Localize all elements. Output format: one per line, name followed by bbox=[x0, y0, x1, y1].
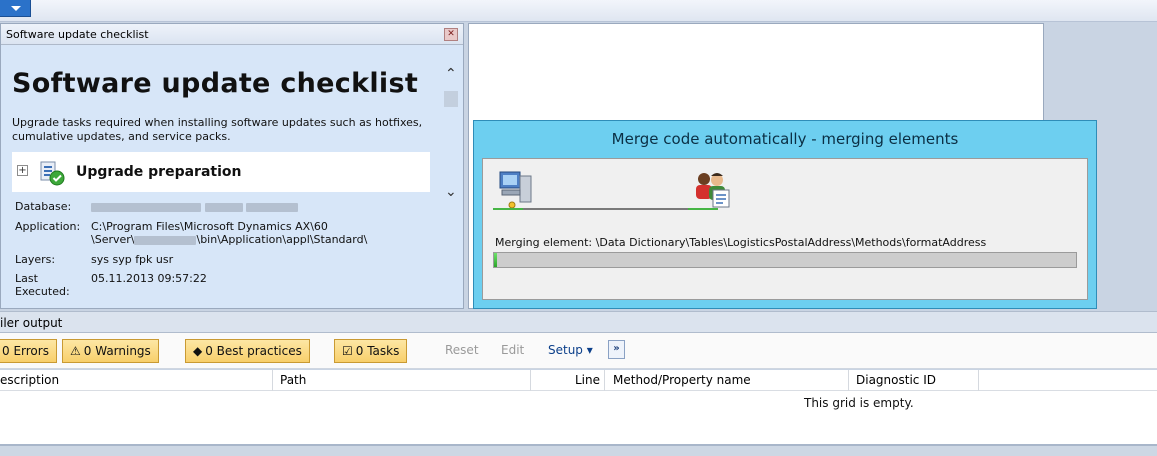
panel-title: Software update checklist bbox=[6, 28, 149, 41]
edit-button[interactable]: Edit bbox=[501, 343, 524, 357]
setup-menu[interactable]: Setup ▾ bbox=[548, 343, 593, 357]
grid-header: escription Path Line Method/Property nam… bbox=[0, 370, 1157, 391]
checklist-panel: Software update checklist ✕ Software upd… bbox=[0, 23, 464, 309]
application-value: C:\Program Files\Microsoft Dynamics AX\6… bbox=[91, 220, 368, 246]
merge-dialog-title: Merge code automatically - merging eleme… bbox=[611, 130, 959, 148]
panel-titlebar: Software update checklist ✕ bbox=[1, 24, 463, 45]
column-description[interactable]: escription bbox=[0, 373, 59, 387]
last-executed-value: 05.11.2013 09:57:22 bbox=[91, 272, 207, 285]
column-diagnostic-id[interactable]: Diagnostic ID bbox=[856, 373, 936, 387]
chevron-up-icon[interactable]: ⌃ bbox=[445, 67, 457, 81]
reset-button[interactable]: Reset bbox=[445, 343, 479, 357]
errors-button[interactable]: 0 Errors bbox=[0, 339, 57, 363]
expand-icon[interactable]: + bbox=[17, 165, 28, 176]
tasks-button[interactable]: ☑ 0 Tasks bbox=[334, 339, 408, 363]
chevron-down-icon[interactable]: ⌄ bbox=[445, 185, 457, 199]
column-method[interactable]: Method/Property name bbox=[613, 373, 751, 387]
checklist-task-icon bbox=[40, 161, 65, 186]
computer-icon bbox=[499, 171, 532, 209]
dropdown-button[interactable] bbox=[0, 0, 31, 17]
best-practices-button[interactable]: ◆ 0 Best practices bbox=[185, 339, 310, 363]
last-executed-label: Last Executed: bbox=[15, 272, 70, 298]
merge-dialog-body: Merging element: \Data Dictionary\Tables… bbox=[482, 158, 1088, 300]
status-strip bbox=[0, 444, 1157, 456]
section-upgrade-preparation[interactable]: + Upgrade preparation bbox=[12, 152, 430, 192]
application-label: Application: bbox=[15, 220, 81, 233]
compiler-output-title: iler output bbox=[0, 316, 63, 330]
best-practices-icon: ◆ bbox=[193, 344, 203, 358]
users-icon bbox=[696, 173, 730, 208]
layers-value: sys syp fpk usr bbox=[91, 253, 174, 266]
scrollbar-thumb[interactable] bbox=[444, 91, 458, 107]
merge-progress-bar bbox=[493, 252, 1077, 268]
database-value bbox=[91, 200, 431, 213]
page-title: Software update checklist bbox=[12, 68, 419, 99]
compiler-toolbar: 0 Errors ⚠ 0 Warnings ◆ 0 Best practices ☑… bbox=[0, 333, 1157, 369]
section-label: Upgrade preparation bbox=[76, 164, 242, 180]
merge-status-text: Merging element: \Data Dictionary\Tables… bbox=[495, 236, 987, 249]
checklist-description: Upgrade tasks required when installing s… bbox=[12, 116, 423, 143]
warnings-button[interactable]: ⚠ 0 Warnings bbox=[62, 339, 159, 363]
layers-label: Layers: bbox=[15, 253, 56, 266]
top-toolbar bbox=[0, 0, 1157, 22]
compiler-output-header: iler output bbox=[0, 311, 1157, 333]
column-path[interactable]: Path bbox=[280, 373, 306, 387]
more-icon[interactable]: » bbox=[608, 340, 625, 359]
merge-dialog: Merge code automatically - merging eleme… bbox=[473, 120, 1097, 309]
warning-icon: ⚠ bbox=[70, 344, 81, 358]
close-icon[interactable]: ✕ bbox=[444, 28, 458, 41]
task-checkbox-icon: ☑ bbox=[342, 344, 353, 358]
output-grid[interactable]: This grid is empty. bbox=[0, 391, 1157, 444]
column-line[interactable]: Line bbox=[575, 373, 600, 387]
dropdown-arrow-icon: ▾ bbox=[582, 343, 593, 357]
merge-progress-fill bbox=[494, 253, 497, 267]
empty-grid-message: This grid is empty. bbox=[804, 396, 914, 410]
database-label: Database: bbox=[15, 200, 72, 213]
connection-line bbox=[493, 208, 718, 210]
vertical-scrollbar[interactable]: ⌃ ⌄ bbox=[442, 64, 460, 204]
